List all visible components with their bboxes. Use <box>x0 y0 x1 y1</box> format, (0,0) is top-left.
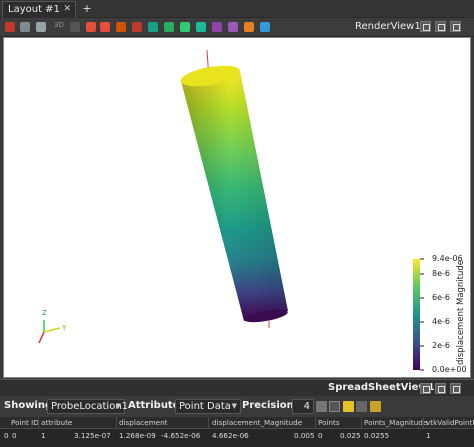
spreadsheet-title: SpreadSheetView1 <box>328 382 435 393</box>
zoom-to-data-icon[interactable] <box>20 22 30 32</box>
3d-toggle-label[interactable]: 3D <box>54 21 64 29</box>
shrink-selection-icon[interactable] <box>228 22 238 32</box>
close-tab-icon[interactable]: ✕ <box>63 2 71 17</box>
precision-notation-icon[interactable] <box>316 401 327 412</box>
interactive-select-icon[interactable] <box>164 22 174 32</box>
colorbar-tick-min: 0.0e+00 <box>432 365 467 374</box>
colorbar-tick-6e6: 6e-6 <box>432 293 450 302</box>
hover-cells-icon[interactable] <box>196 22 206 32</box>
cell-displacement-y: 1.268e-09 <box>119 431 156 440</box>
camera-capture-icon[interactable] <box>36 22 46 32</box>
column-header-attribute[interactable]: attribute <box>41 418 72 427</box>
column-header-vtkvalidpointmask[interactable]: vtkValidPointM... <box>426 418 474 427</box>
axis-y-label: Y <box>62 324 67 332</box>
row-header: 0 <box>4 431 9 440</box>
spreadsheet-toolbar: Showing ProbeLocation1 ▼ Attribute: Poin… <box>0 396 474 417</box>
split-horizontal-icon[interactable] <box>420 21 431 32</box>
export-spreadsheet-icon[interactable] <box>370 401 381 412</box>
chevron-down-icon: ▼ <box>231 402 237 410</box>
interaction-mode-icon[interactable] <box>70 22 80 32</box>
column-header-displacement[interactable]: displacement <box>119 418 167 427</box>
cell-points-magnitude: 0.0255 <box>364 431 390 440</box>
render-scene <box>38 49 424 371</box>
toggle-cell-connectivity-icon[interactable] <box>356 401 367 412</box>
table-row[interactable]: 0 0 1 3.125e-07 1.268e-09 -4.652e-06 4.6… <box>0 429 474 447</box>
tab-layout-1-label: Layout #1 <box>8 4 60 15</box>
column-header-points-magnitude[interactable]: Points_Magnitude <box>364 418 427 427</box>
spreadsheet-titlebar: SpreadSheetView1 <box>0 379 474 396</box>
attribute-select[interactable]: Point Data ▼ <box>175 399 241 414</box>
clear-selection-icon[interactable] <box>244 22 254 32</box>
precision-spinbox[interactable]: 4 <box>292 399 314 414</box>
render-view-canvas[interactable]: 9.4e-06 8e-6 6e-6 4e-6 2e-6 0.0e+00 disp… <box>3 37 471 378</box>
select-block-icon[interactable] <box>148 22 158 32</box>
colorbar-tick-8e6: 8e-6 <box>432 269 450 278</box>
cell-displacement-x: 3.125e-07 <box>74 431 111 440</box>
colorbar-tick-4e6: 4e-6 <box>432 317 450 326</box>
cell-displacement-z: -4.652e-06 <box>161 431 201 440</box>
cell-attribute: 1 <box>41 431 46 440</box>
colorbar <box>413 259 420 370</box>
layout-tab-bar: Layout #1 ✕ + <box>0 0 474 18</box>
cell-displacement-magnitude: 4.662e-06 <box>212 431 249 440</box>
cell-points-y: 0 <box>318 431 323 440</box>
split-vertical-icon[interactable] <box>435 21 446 32</box>
ss-split-vertical-icon[interactable] <box>435 383 446 394</box>
reset-camera-icon[interactable] <box>5 22 15 32</box>
show-only-selected-icon[interactable] <box>343 401 354 412</box>
cell-points-x: 0.005 <box>294 431 315 440</box>
tab-layout-1[interactable]: Layout #1 ✕ <box>2 1 76 18</box>
grow-selection-icon[interactable] <box>212 22 222 32</box>
showing-label: Showing <box>4 400 53 411</box>
cylinder-shading <box>181 71 288 321</box>
select-cells-icon[interactable] <box>100 22 110 32</box>
spreadsheet-header-row: Point ID attribute displacement displace… <box>0 417 474 429</box>
select-points-icon[interactable] <box>86 22 96 32</box>
colorbar-title: displacement Magnitude <box>456 259 466 365</box>
column-header-point-id[interactable]: Point ID <box>11 418 39 427</box>
colorbar-ticks <box>420 258 424 371</box>
precision-label: Precision: <box>242 400 298 411</box>
axis-z-label: Z <box>42 309 47 317</box>
render-view-toolbar: 3D RenderView1 <box>0 18 474 37</box>
orientation-axes <box>38 320 61 344</box>
attribute-select-value: Point Data <box>179 401 231 412</box>
ss-split-horizontal-icon[interactable] <box>420 383 431 394</box>
render-view-title: RenderView1 <box>355 21 421 32</box>
toggle-column-visibility-icon[interactable] <box>329 401 340 412</box>
hover-points-icon[interactable] <box>180 22 190 32</box>
cell-points-z: 0.025 <box>340 431 361 440</box>
chevron-down-icon: ▼ <box>115 402 121 410</box>
cell-point-id: 0 <box>12 431 17 440</box>
add-tab-button[interactable]: + <box>80 1 94 17</box>
select-frustum-icon[interactable] <box>116 22 126 32</box>
column-header-points[interactable]: Points <box>318 418 340 427</box>
cell-vtkvalidpointmask: 1 <box>426 431 431 440</box>
showing-select[interactable]: ProbeLocation1 ▼ <box>47 399 128 414</box>
colorbar-tick-2e6: 2e-6 <box>432 341 450 350</box>
maximize-icon[interactable] <box>450 21 461 32</box>
select-polygon-icon[interactable] <box>132 22 142 32</box>
add-ruler-icon[interactable] <box>260 22 270 32</box>
ss-maximize-icon[interactable] <box>450 383 461 394</box>
column-header-displacement-magnitude[interactable]: displacement_Magnitude <box>212 418 302 427</box>
